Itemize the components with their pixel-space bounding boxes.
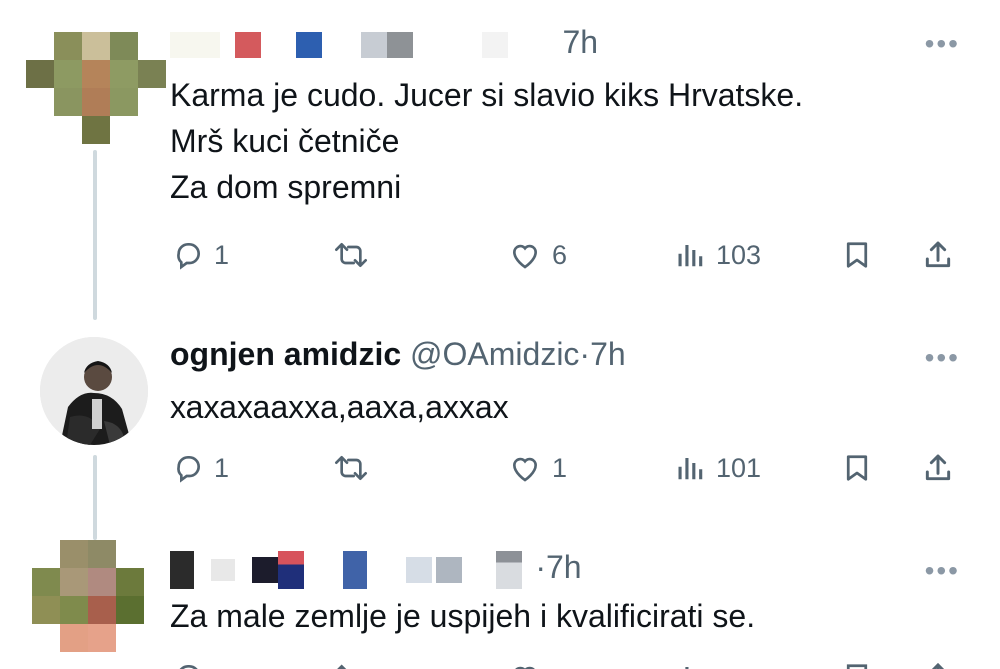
reply-button[interactable]: 1: [172, 235, 229, 275]
retweet-button[interactable]: [332, 235, 370, 275]
share-button[interactable]: [922, 235, 954, 275]
tweet-text-line: Mrš kuci četniče: [170, 123, 400, 159]
tweet-text-line: хахахааххa,aaxa,axxax: [170, 389, 509, 425]
redacted-name: [277, 550, 304, 589]
reply-count: 1: [214, 452, 230, 483]
separator: ·: [579, 336, 591, 372]
views-count: 101: [716, 452, 762, 483]
tweet-header: ·7h: [170, 549, 582, 589]
author-handle[interactable]: @OAmidzic: [410, 336, 579, 372]
avatar-photo: [40, 337, 148, 445]
views-count: 103: [716, 239, 762, 270]
bookmark-icon: [846, 455, 868, 481]
redacted-handle: [360, 31, 387, 58]
reply-icon: [177, 456, 200, 483]
separator: ·: [535, 549, 546, 585]
tweet-text: хахахааххa,aaxa,axxax: [170, 384, 509, 430]
tweet-text-line: Karma je cudo. Jucer si slavio kiks Hrva…: [170, 77, 804, 113]
redacted-name: [170, 550, 194, 589]
tweet-text-line: Za male zemlje je uspijeh i kvalificirat…: [170, 598, 756, 634]
avatar[interactable]: [26, 32, 166, 144]
retweet-icon: [335, 456, 367, 480]
like-count: 6: [552, 239, 568, 270]
like-count: 1: [552, 452, 568, 483]
like-icon: [512, 457, 538, 482]
tweet-actions: 1 6 103: [170, 235, 970, 275]
avatar[interactable]: [40, 337, 148, 445]
views-icon: [678, 245, 703, 267]
retweet-icon: [335, 243, 367, 267]
tweet-text: Karma je cudo. Jucer si slavio kiks Hrva…: [170, 72, 803, 210]
like-button[interactable]: 1: [508, 448, 567, 488]
more-icon[interactable]: •••: [925, 342, 960, 374]
redacted-handle: [405, 556, 432, 583]
bookmark-button[interactable]: [842, 657, 872, 669]
views-button[interactable]: 101: [676, 448, 761, 488]
tweet[interactable]: 7h ••• Karma je cudo. Jucer si slavio ki…: [0, 0, 1000, 300]
like-icon: [512, 244, 538, 269]
views-button[interactable]: 103: [676, 235, 761, 275]
reply-icon: [177, 243, 200, 270]
retweet-button[interactable]: [332, 448, 370, 488]
like-button[interactable]: 6: [508, 235, 567, 275]
redacted-handle: [496, 550, 523, 589]
retweet-icon: [337, 664, 347, 669]
like-button[interactable]: [508, 657, 542, 669]
redacted-name: [210, 558, 235, 581]
redacted-name: [295, 31, 322, 58]
bookmark-button[interactable]: [842, 448, 872, 488]
tweet-time[interactable]: 7h: [562, 24, 598, 60]
redacted-handle: [435, 556, 462, 583]
share-icon: [925, 241, 951, 268]
tweet-actions: 1 1 101: [170, 448, 970, 488]
views-button[interactable]: [676, 657, 706, 669]
more-icon[interactable]: •••: [925, 28, 960, 60]
tweet[interactable]: ognjen amidzic @OAmidzic·7h ••• хахахаах…: [0, 300, 1000, 535]
redacted-name: [234, 31, 261, 58]
author-name[interactable]: ognjen amidzic: [170, 336, 401, 372]
views-icon: [685, 667, 689, 669]
avatar[interactable]: [32, 540, 172, 652]
share-button[interactable]: [922, 657, 954, 669]
reply-button[interactable]: 1: [172, 448, 229, 488]
bookmark-button[interactable]: [842, 235, 872, 275]
reply-button[interactable]: [172, 657, 204, 669]
redacted-name: [170, 31, 220, 58]
tweet-actions: [170, 657, 970, 669]
retweet-button[interactable]: [332, 657, 370, 669]
tweet-time[interactable]: 7h: [590, 336, 626, 372]
tweet[interactable]: ·7h ••• Za male zemlje je uspijeh i kval…: [0, 535, 1000, 669]
views-icon: [678, 458, 703, 480]
share-button[interactable]: [922, 448, 954, 488]
bookmark-icon: [846, 242, 868, 268]
redacted-name: [251, 556, 278, 583]
redacted-handle: [342, 550, 367, 589]
tweet-text: Za male zemlje je uspijeh i kvalificirat…: [170, 593, 755, 639]
reply-count: 1: [214, 239, 230, 270]
redacted-handle: [481, 31, 508, 58]
bookmark-icon: [846, 664, 868, 669]
share-icon: [925, 454, 951, 481]
redacted-handle: [386, 31, 413, 58]
tweet-time[interactable]: 7h: [546, 549, 582, 585]
share-icon: [931, 662, 945, 669]
tweet-text-line: Za dom spremni: [170, 169, 402, 205]
reply-icon: [179, 665, 198, 669]
tweet-header: ognjen amidzic @OAmidzic·7h: [170, 336, 626, 373]
like-icon: [515, 666, 535, 669]
more-icon[interactable]: •••: [925, 555, 960, 587]
tweet-header: 7h: [170, 24, 598, 61]
